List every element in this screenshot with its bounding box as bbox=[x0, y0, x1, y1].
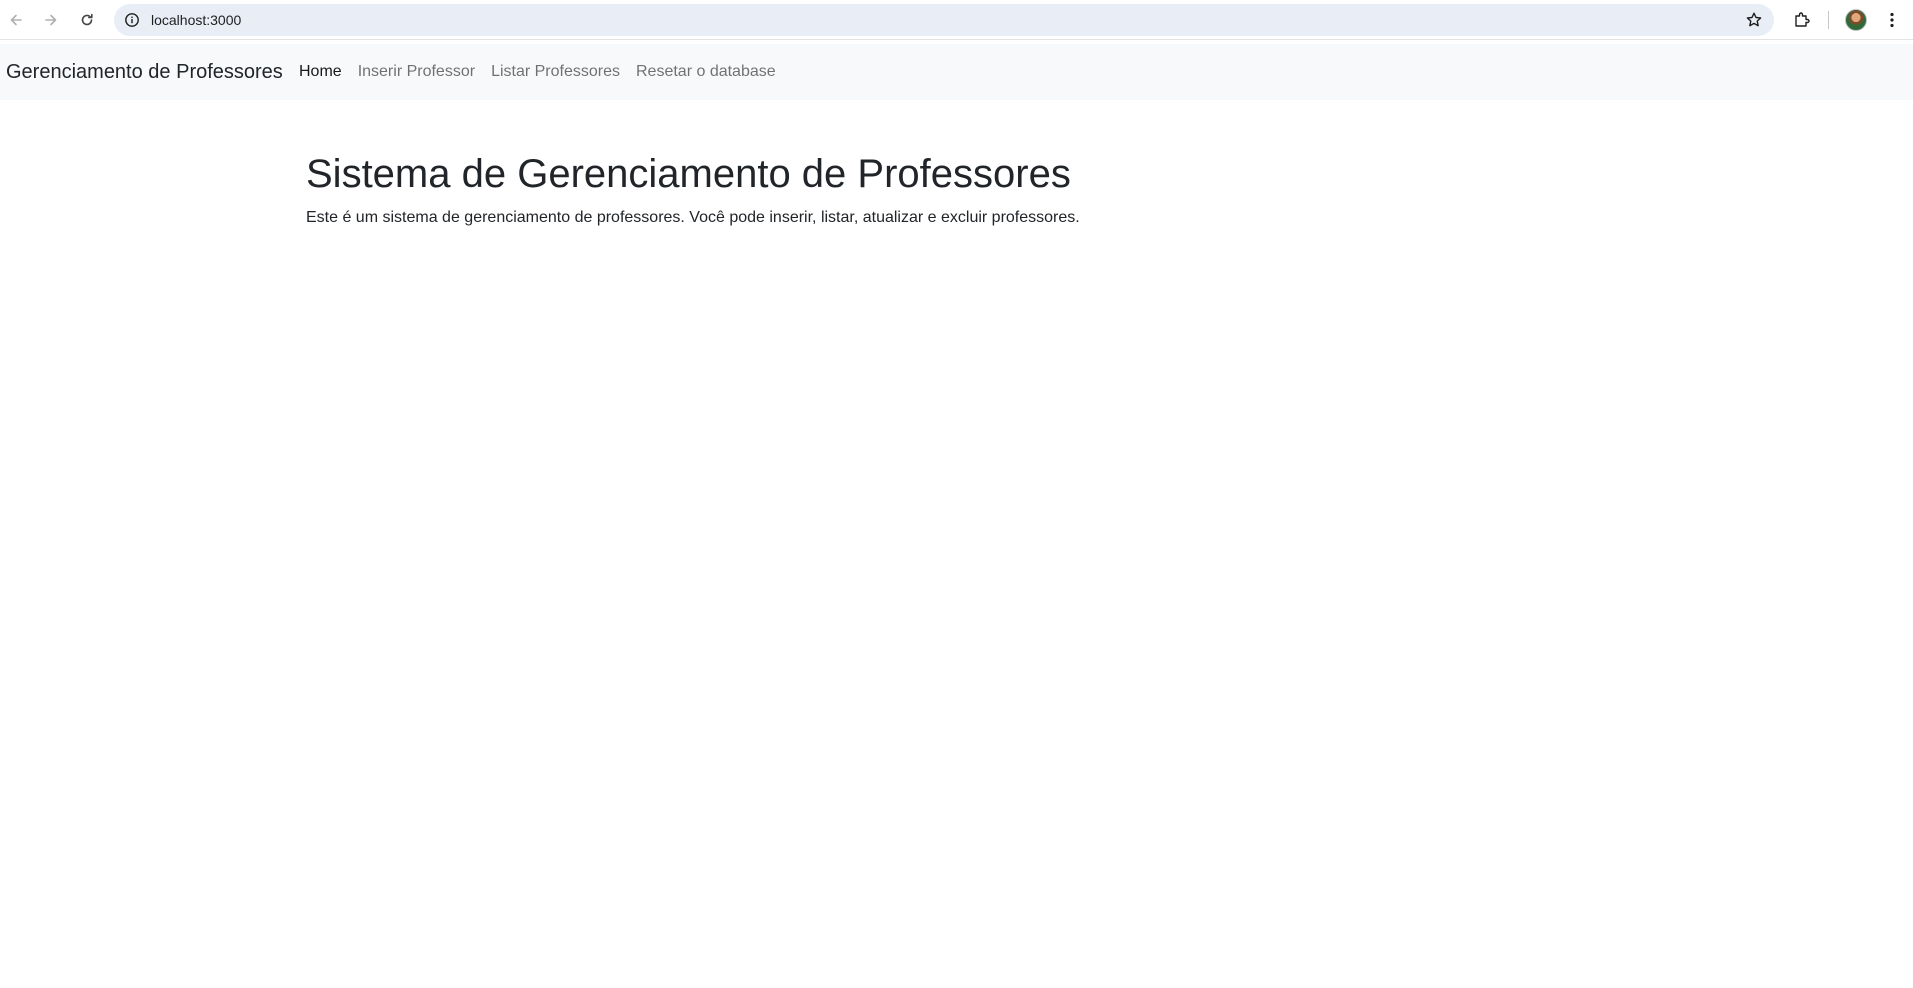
nav-link-inserir-professor[interactable]: Inserir Professor bbox=[350, 44, 483, 100]
nav-links: Home Inserir Professor Listar Professore… bbox=[291, 44, 784, 100]
app-navbar: Gerenciamento de Professores Home Inseri… bbox=[0, 44, 1913, 100]
page-title: Sistema de Gerenciamento de Professores bbox=[306, 152, 1071, 196]
nav-link-listar-professores[interactable]: Listar Professores bbox=[483, 44, 628, 100]
nav-link-home[interactable]: Home bbox=[291, 44, 350, 100]
nav-link-resetar-database[interactable]: Resetar o database bbox=[628, 44, 784, 100]
browser-toolbar: localhost:3000 bbox=[0, 0, 1913, 40]
more-menu-icon[interactable] bbox=[1878, 6, 1906, 34]
site-info-icon[interactable] bbox=[122, 10, 142, 30]
main-content: Sistema de Gerenciamento de Professores … bbox=[306, 144, 1606, 230]
navbar-brand[interactable]: Gerenciamento de Professores bbox=[6, 44, 283, 100]
extensions-icon[interactable] bbox=[1788, 6, 1816, 34]
forward-icon[interactable] bbox=[37, 6, 65, 34]
profile-avatar[interactable] bbox=[1842, 6, 1870, 34]
back-icon[interactable] bbox=[2, 6, 30, 34]
address-bar[interactable]: localhost:3000 bbox=[114, 4, 1774, 36]
reload-icon[interactable] bbox=[73, 6, 101, 34]
url-text[interactable]: localhost:3000 bbox=[151, 4, 241, 36]
page-description: Este é um sistema de gerenciamento de pr… bbox=[306, 209, 1080, 226]
avatar bbox=[1845, 9, 1867, 31]
bookmark-star-icon[interactable] bbox=[1744, 10, 1764, 30]
toolbar-divider bbox=[1828, 11, 1829, 29]
